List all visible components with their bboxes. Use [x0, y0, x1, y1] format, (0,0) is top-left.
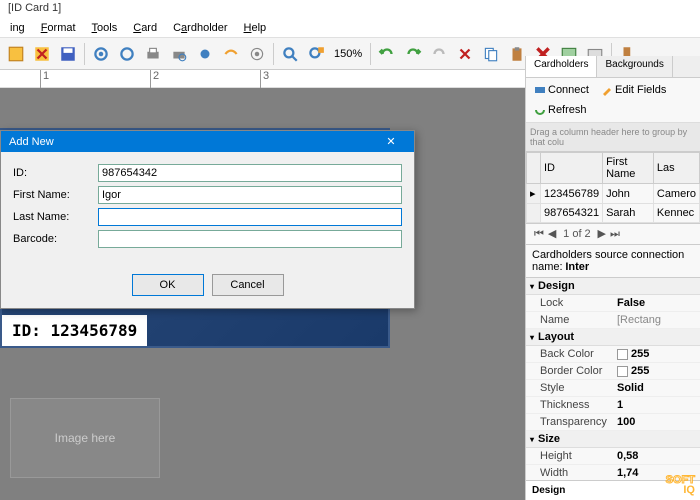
col-lastname[interactable]: Las — [653, 153, 699, 184]
barcode-label: Barcode: — [13, 233, 98, 245]
zoom-icon[interactable] — [278, 42, 302, 66]
menu-bar: ing FFormatormat Tools Card Cardholder H… — [0, 18, 700, 38]
save-icon[interactable] — [56, 42, 80, 66]
menu-help[interactable]: Help — [238, 20, 273, 35]
zoom-fit-icon[interactable] — [304, 42, 328, 66]
dialog-titlebar[interactable]: Add New ✕ — [1, 131, 414, 152]
right-panel: Cardholders Backgrounds Connect Edit Fie… — [525, 56, 700, 500]
connect-button[interactable]: Connect — [529, 81, 594, 99]
gear-icon[interactable] — [89, 42, 113, 66]
gear2-icon[interactable] — [115, 42, 139, 66]
prev-icon[interactable]: ◀ — [548, 228, 556, 240]
close-icon[interactable]: ✕ — [376, 135, 406, 148]
cat-layout[interactable]: ▾Layout — [526, 329, 700, 346]
menu-tools[interactable]: Tools — [86, 20, 124, 35]
connect-icon[interactable] — [219, 42, 243, 66]
edit-fields-button[interactable]: Edit Fields — [596, 81, 671, 99]
delete-icon[interactable] — [30, 42, 54, 66]
ok-button[interactable]: OK — [132, 274, 204, 296]
watermark: SOFTIQ — [666, 476, 695, 495]
lastname-label: Last Name: — [13, 211, 98, 223]
target-icon[interactable] — [245, 42, 269, 66]
print-icon[interactable] — [141, 42, 165, 66]
group-hint: Drag a column header here to group by th… — [526, 123, 700, 152]
preview-icon[interactable] — [167, 42, 191, 66]
id-label: ID: — [13, 167, 98, 179]
copy-icon[interactable] — [479, 42, 503, 66]
property-grid[interactable]: ▾Design LockFalse Name[Rectang ▾Layout B… — [526, 278, 700, 480]
refresh-button[interactable]: Refresh — [529, 101, 592, 119]
redo-icon[interactable] — [401, 42, 425, 66]
zoom-level[interactable]: 150% — [330, 48, 366, 60]
grid-pager[interactable]: ⏮◀ 1 of 2 ▶⏭ — [526, 224, 700, 245]
cardholders-grid[interactable]: IDFirst NameLas ▸123456789JohnCamero 987… — [526, 152, 700, 224]
last-icon[interactable]: ⏭ — [610, 228, 620, 240]
col-id[interactable]: ID — [541, 153, 603, 184]
cat-size[interactable]: ▾Size — [526, 431, 700, 448]
next-icon[interactable]: ▶ — [597, 228, 605, 240]
undo-gray-icon[interactable] — [427, 42, 451, 66]
lastname-input[interactable] — [98, 208, 402, 226]
barcode-input[interactable] — [98, 230, 402, 248]
add-new-dialog: Add New ✕ ID: First Name: Last Name: Bar… — [0, 130, 415, 309]
id-text-field[interactable]: ID: 123456789 — [2, 315, 147, 346]
source-connection: Cardholders source connection name: Inte… — [526, 245, 700, 278]
title-bar: [ID Card 1] — [0, 0, 700, 18]
menu-item[interactable]: ing — [4, 20, 31, 35]
toolbar-icon[interactable] — [4, 42, 28, 66]
settings-icon[interactable] — [193, 42, 217, 66]
firstname-label: First Name: — [13, 189, 98, 201]
table-row[interactable]: 987654321SarahKennec — [527, 204, 700, 223]
id-input[interactable] — [98, 164, 402, 182]
cut-icon[interactable] — [453, 42, 477, 66]
dialog-title: Add New — [9, 136, 54, 148]
tab-backgrounds[interactable]: Backgrounds — [597, 56, 672, 77]
image-placeholder[interactable]: Image here — [10, 398, 160, 478]
menu-card[interactable]: Card — [127, 20, 163, 35]
cat-design[interactable]: ▾Design — [526, 278, 700, 295]
cancel-button[interactable]: Cancel — [212, 274, 284, 296]
menu-cardholder[interactable]: Cardholder — [167, 20, 233, 35]
tab-cardholders[interactable]: Cardholders — [526, 56, 597, 77]
table-row[interactable]: ▸123456789JohnCamero — [527, 184, 700, 204]
menu-format[interactable]: FFormatormat — [35, 20, 82, 35]
col-firstname[interactable]: First Name — [603, 153, 654, 184]
undo-icon[interactable] — [375, 42, 399, 66]
firstname-input[interactable] — [98, 186, 402, 204]
first-icon[interactable]: ⏮ — [534, 228, 544, 240]
